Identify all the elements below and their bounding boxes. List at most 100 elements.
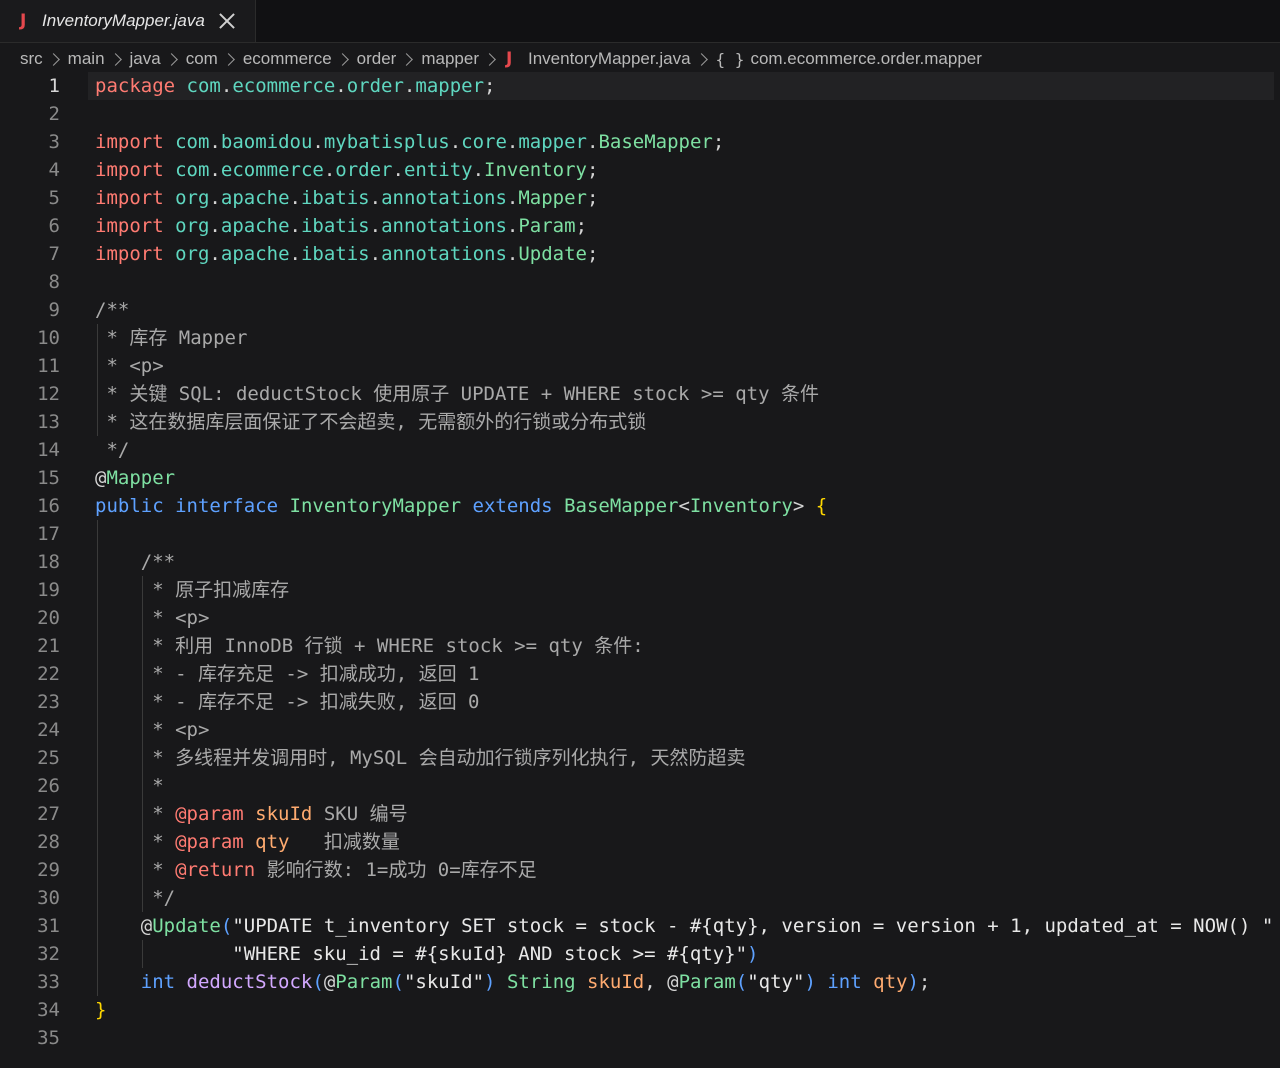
code-line[interactable]: 33 int deductStock(@Param("skuId") Strin… [0,968,1280,996]
code-token: . [289,215,301,237]
breadcrumb-item[interactable]: java [130,49,161,69]
code-token: int [827,971,862,993]
code-editor[interactable]: 1 package com.ecommerce.order.mapper; 2 3 im… [0,72,1280,1068]
code-text: * @return 影响行数: 1=成功 0=库存不足 [95,856,537,884]
code-line[interactable]: 32 "WHERE sku_id = #{skuId} AND stock >=… [0,940,1280,968]
code-token: @ [667,971,679,993]
editor-tab[interactable]: J InventoryMapper.java [0,0,256,42]
code-line[interactable]: 3 import com.baomidou.mybatisplus.core.ma… [0,128,1280,156]
code-line[interactable]: 17 [0,520,1280,548]
code-line[interactable]: 31 @Update("UPDATE t_inventory SET stock… [0,912,1280,940]
code-token: ( [220,915,233,937]
code-line[interactable]: 24 * <p> [0,716,1280,744]
breadcrumb-item[interactable]: main [68,49,105,69]
code-token: . [369,215,382,237]
code-token: . [220,75,233,97]
code-token: Inventory [484,159,587,181]
breadcrumb-item[interactable]: ecommerce [243,49,332,69]
code-line[interactable]: 11 * <p> [0,352,1280,380]
code-line[interactable]: 8 [0,268,1280,296]
code-token: skuId [255,803,313,825]
code-token: ( [312,971,324,993]
code-token: * [95,831,176,853]
code-line[interactable]: 19 * 原子扣减库存 [0,576,1280,604]
breadcrumb-item[interactable]: order [357,49,397,69]
code-text: */ [95,884,175,912]
code-token: ibatis [300,215,370,237]
code-line[interactable]: 18 /** [0,548,1280,576]
code-line[interactable]: 22 * - 库存充足 -> 扣减成功, 返回 1 [0,660,1280,688]
code-text: * @param skuId SKU 编号 [95,800,407,828]
code-token: ; [587,243,599,265]
code-line[interactable]: 14 */ [0,436,1280,464]
line-number: 31 [37,915,60,937]
line-number: 18 [37,551,60,573]
code-token: ) [484,971,496,993]
code-line[interactable]: 1 package com.ecommerce.order.mapper; [0,72,1280,100]
line-number: 35 [37,1027,60,1049]
code-line[interactable]: 27 * @param skuId SKU 编号 [0,800,1280,828]
code-line[interactable]: 29 * @return 影响行数: 1=成功 0=库存不足 [0,856,1280,884]
line-number: 4 [48,159,60,181]
breadcrumb-namespace[interactable]: com.ecommerce.order.mapper [750,49,981,69]
code-token: * 这在数据库层面保证了不会超卖, 无需额外的行锁或分布式锁 [95,411,647,433]
code-text: * - 库存不足 -> 扣减失败, 返回 0 [95,688,479,716]
code-token: org [175,243,210,265]
code-token: ; [918,971,931,993]
code-token: . [369,243,382,265]
close-icon[interactable] [219,13,235,29]
code-token: . [369,187,382,209]
code-token: skuId [587,971,645,993]
code-line[interactable]: 26 * [0,772,1280,800]
code-token: ( [735,971,748,993]
code-token: ) [804,971,816,993]
code-token: public [95,495,164,517]
breadcrumb-item[interactable]: com [186,49,218,69]
code-text: @Update("UPDATE t_inventory SET stock = … [95,912,1280,940]
code-line[interactable]: 15 @Mapper [0,464,1280,492]
code-line[interactable]: 13 * 这在数据库层面保证了不会超卖, 无需额外的行锁或分布式锁 [0,408,1280,436]
line-number: 23 [37,691,60,713]
code-line[interactable]: 35 [0,1024,1280,1052]
code-line[interactable]: 20 * <p> [0,604,1280,632]
code-line[interactable]: 7 import org.apache.ibatis.annotations.Up… [0,240,1280,268]
code-line[interactable]: 34} [0,996,1280,1024]
code-line[interactable]: 2 [0,100,1280,128]
code-line[interactable]: 9 /** [0,296,1280,324]
breadcrumb-item[interactable]: src [20,49,43,69]
breadcrumb-file[interactable]: InventoryMapper.java [528,49,691,69]
chevron-right-icon [164,52,178,66]
code-token: ibatis [300,187,370,209]
code-line[interactable]: 16 public interface InventoryMapper exten… [0,492,1280,520]
code-line[interactable]: 4 import com.ecommerce.order.entity.Inven… [0,156,1280,184]
code-line[interactable]: 10 * 库存 Mapper [0,324,1280,352]
code-line[interactable]: 25 * 多线程并发调用时, MySQL 会自动加行锁序列化执行, 天然防超卖 [0,744,1280,772]
code-token: 影响行数: 1=成功 0=库存不足 [255,859,537,881]
line-number: 1 [48,75,60,97]
code-line[interactable]: 30 */ [0,884,1280,912]
line-number: 32 [37,943,60,965]
code-line[interactable]: 21 * 利用 InnoDB 行锁 + WHERE stock >= qty 条… [0,632,1280,660]
code-line[interactable]: 23 * - 库存不足 -> 扣减失败, 返回 0 [0,688,1280,716]
code-line[interactable]: 5 import org.apache.ibatis.annotations.Ma… [0,184,1280,212]
code-token: ) [747,943,759,965]
code-token: "qty" [747,971,805,993]
line-number: 16 [37,495,60,517]
code-line[interactable]: 12 * 关键 SQL: deductStock 使用原子 UPDATE + W… [0,380,1280,408]
breadcrumb-item[interactable]: mapper [421,49,479,69]
code-token: String [506,971,576,993]
code-token: * [95,803,176,825]
code-line[interactable]: 28 * @param qty 扣减数量 [0,828,1280,856]
code-text: int deductStock(@Param("skuId") String s… [95,968,931,996]
code-token: InventoryMapper [289,495,462,517]
code-token: ; [587,187,599,209]
code-line[interactable]: 6 import org.apache.ibatis.annotations.Pa… [0,212,1280,240]
code-token: * - 库存不足 -> 扣减失败, 返回 0 [95,691,480,713]
code-text: * 这在数据库层面保证了不会超卖, 无需额外的行锁或分布式锁 [95,408,646,436]
code-token: * 多线程并发调用时, MySQL 会自动加行锁序列化执行, 天然防超卖 [95,747,746,769]
